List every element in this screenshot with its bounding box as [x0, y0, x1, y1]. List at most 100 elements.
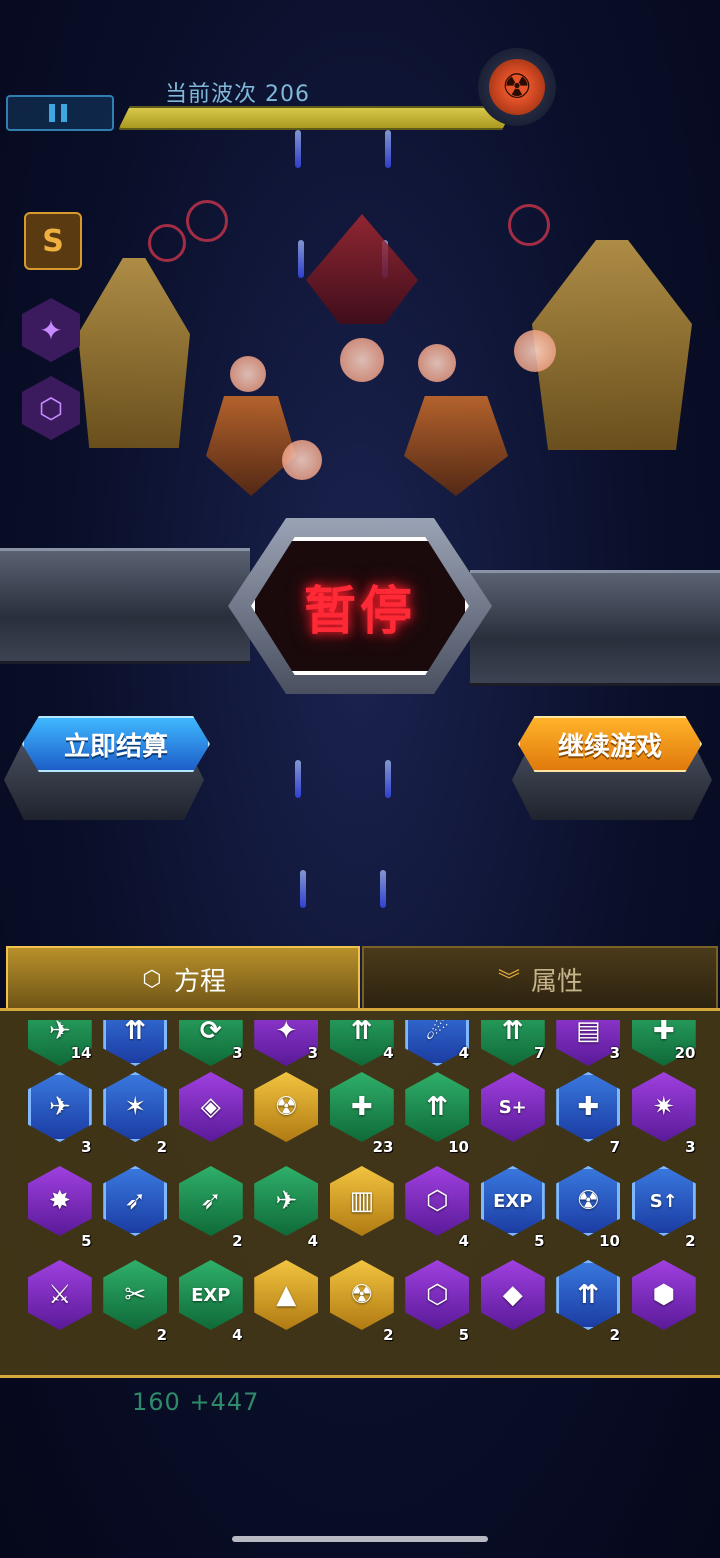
bullet — [298, 240, 304, 278]
skill-slot[interactable]: ☢ 10 — [551, 1160, 627, 1254]
enemy-boss — [306, 214, 418, 324]
skill-glyph: ✈ — [275, 1186, 298, 1216]
skill-glyph: ◆ — [502, 1280, 523, 1310]
skill-slot[interactable]: ✈ 4 — [249, 1160, 325, 1254]
skill-slot[interactable]: ⟳ 3 — [173, 1014, 249, 1066]
skill-glyph: ✚ — [350, 1092, 373, 1122]
nuke-button[interactable]: ☢ — [478, 48, 556, 126]
skill-count: 5 — [81, 1232, 92, 1250]
skill-slot[interactable]: ☄ 4 — [400, 1014, 476, 1066]
skill-icon: ✸ — [27, 1166, 92, 1236]
skill-slot[interactable]: ⇈ 4 — [324, 1014, 400, 1066]
skill-icon: ☢ — [329, 1260, 394, 1330]
skill-icon: ⇈ — [556, 1260, 621, 1330]
skill-glyph: ⚔ — [48, 1280, 72, 1310]
skill-icon: ✶ — [103, 1072, 168, 1142]
skill-icon: ⬡ — [405, 1260, 470, 1330]
continue-game-button[interactable]: 继续游戏 — [518, 716, 702, 772]
target-ring — [186, 200, 228, 242]
skill-slot[interactable]: ✂ 2 — [98, 1254, 174, 1348]
skill-glyph: ▤ — [575, 1020, 601, 1046]
skill-icon: EXP — [480, 1166, 545, 1236]
skill-slot[interactable]: ✚ 20 — [626, 1014, 702, 1066]
skill-glyph: ✈ — [48, 1092, 71, 1122]
skill-icon: S+ — [480, 1072, 545, 1142]
skill-slot[interactable]: ▥ — [324, 1160, 400, 1254]
skill-glyph: ✷ — [652, 1092, 675, 1122]
skill-slot[interactable]: ◆ — [475, 1254, 551, 1348]
tab-label: 方程 — [173, 966, 226, 997]
skill-icon: ✚ — [556, 1072, 621, 1142]
explosion-orb — [282, 440, 322, 480]
skill-slot[interactable]: ✈ 14 — [22, 1014, 98, 1066]
skill-slot[interactable]: ➶ — [98, 1160, 174, 1254]
skill-slot[interactable]: S+ — [475, 1066, 551, 1160]
skill-count: 23 — [372, 1138, 394, 1156]
pause-title: 暂停 — [303, 581, 416, 642]
skill-icon: ➶ — [178, 1166, 243, 1236]
skill-slot[interactable]: ✦ 3 — [249, 1014, 325, 1066]
skill-slot[interactable]: ✶ 2 — [98, 1066, 174, 1160]
skill-slot[interactable]: ☢ 2 — [324, 1254, 400, 1348]
pause-button[interactable] — [6, 95, 114, 131]
skill-slot[interactable]: ⇈ 10 — [400, 1066, 476, 1160]
left-mech-arm — [0, 548, 250, 664]
skill-slot[interactable]: ⇈ — [98, 1014, 174, 1066]
tab-formula[interactable]: ⬡ 方程 — [6, 946, 360, 1010]
tab-attributes[interactable]: ︾ 属性 — [362, 946, 718, 1010]
skill-slot[interactable]: ✈ 3 — [22, 1066, 98, 1160]
settle-now-button[interactable]: 立即结算 — [22, 716, 210, 772]
skill-glyph: ⬢ — [652, 1280, 676, 1310]
skill-slot[interactable]: ▤ 3 — [551, 1014, 627, 1066]
skill-glyph: EXP — [493, 1190, 533, 1212]
skill-glyph: ⇈ — [577, 1280, 600, 1310]
skill-slot[interactable]: ⇈ 2 — [551, 1254, 627, 1348]
enemy-ship — [206, 396, 296, 496]
skill-glyph: ✚ — [652, 1020, 675, 1046]
skill-slot[interactable]: ✚ 23 — [324, 1066, 400, 1160]
bullet — [300, 870, 306, 908]
wave-counter: 当前波次 206 — [165, 82, 310, 107]
skill-glyph: ⟳ — [199, 1020, 222, 1046]
skill-slot[interactable]: ➶ 2 — [173, 1160, 249, 1254]
skill-slot[interactable]: ▲ — [249, 1254, 325, 1348]
explosion-orb — [418, 344, 456, 382]
skill-count: 10 — [599, 1232, 620, 1250]
skill-slot[interactable]: ⬡ 5 — [400, 1254, 476, 1348]
skill-glyph: ☢ — [274, 1092, 298, 1122]
skill-icon: ⬡ — [405, 1166, 470, 1236]
skill-icon: ✈ — [27, 1072, 92, 1142]
skill-slot[interactable]: S↑ 2 — [626, 1160, 702, 1254]
skill-glyph: ✶ — [124, 1092, 147, 1122]
skill-icon: ☢ — [254, 1072, 319, 1142]
pause-screen: 暂停 — [251, 537, 469, 675]
skill-icon: ◆ — [480, 1260, 545, 1330]
skill-glyph: ✂ — [124, 1280, 147, 1310]
skill-icon: ◈ — [178, 1072, 243, 1142]
explosion-orb — [340, 338, 384, 382]
skill-slot[interactable]: EXP 4 — [173, 1254, 249, 1348]
skill-icon: ✚ — [329, 1072, 394, 1142]
home-indicator[interactable] — [232, 1536, 488, 1542]
skill-count: 2 — [685, 1232, 696, 1250]
skill-icon: ☢ — [556, 1166, 621, 1236]
skill-slot[interactable]: ⬡ 4 — [400, 1160, 476, 1254]
skill-slot[interactable]: ✚ 7 — [551, 1066, 627, 1160]
skill-slot[interactable]: ◈ — [173, 1066, 249, 1160]
tab-label: 属性 — [530, 966, 583, 997]
skill-slot[interactable]: ⬢ — [626, 1254, 702, 1348]
explosion-orb — [230, 356, 266, 392]
skill-count: 5 — [458, 1326, 469, 1344]
skill-slot[interactable]: ✷ 3 — [626, 1066, 702, 1160]
skill-glyph: ▥ — [349, 1186, 375, 1216]
skill-glyph: ◈ — [200, 1092, 221, 1122]
skill-slot[interactable]: EXP 5 — [475, 1160, 551, 1254]
skill-icon: ▥ — [329, 1166, 394, 1236]
skill-count: 3 — [685, 1138, 696, 1156]
skill-slot[interactable]: ⚔ — [22, 1254, 98, 1348]
skill-slot[interactable]: ☢ — [249, 1066, 325, 1160]
skill-slot[interactable]: ⇈ 7 — [475, 1014, 551, 1066]
skill-count: 4 — [232, 1326, 243, 1344]
pause-icon — [49, 104, 71, 122]
skill-slot[interactable]: ✸ 5 — [22, 1160, 98, 1254]
